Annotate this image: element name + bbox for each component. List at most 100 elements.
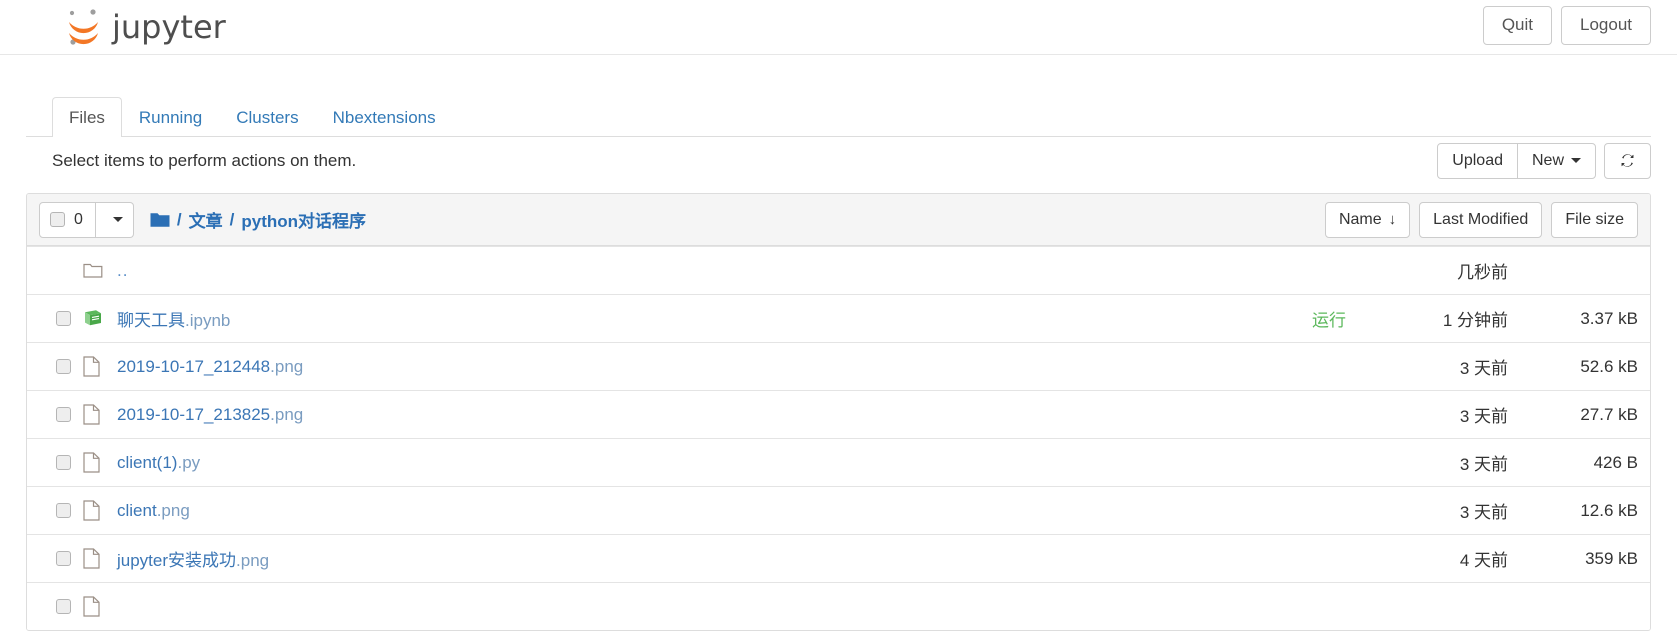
file-base-name: 聊天工具 xyxy=(117,311,185,330)
row-icon-cell xyxy=(83,500,117,521)
chevron-down-icon xyxy=(1571,158,1581,164)
select-all-box[interactable]: 0 xyxy=(39,201,96,238)
tab-bar-wrap: Files Running Clusters Nbextensions xyxy=(26,95,1651,137)
jupyter-brand[interactable]: jupyter xyxy=(62,4,226,50)
refresh-button[interactable] xyxy=(1604,143,1651,179)
file-base-name: 2019-10-17_213825 xyxy=(117,404,271,424)
row-checkbox-cell xyxy=(39,455,83,470)
file-base-name: client xyxy=(117,500,157,520)
row-checkbox[interactable] xyxy=(56,407,71,422)
navbar-actions: Quit Logout xyxy=(1482,6,1651,45)
file-extension: .ipynb xyxy=(185,311,231,330)
last-modified: 3 天前 xyxy=(1459,407,1508,426)
file-icon xyxy=(83,596,100,617)
upload-button[interactable]: Upload xyxy=(1437,143,1518,179)
row-checkbox[interactable] xyxy=(56,359,71,374)
file-extension: .py xyxy=(177,452,201,472)
list-item[interactable]: 聊天工具.ipynb 运行 1 分钟前 3.37 kB xyxy=(27,294,1650,342)
chevron-down-icon xyxy=(112,217,123,222)
sort-controls: Name ↓ Last Modified File size xyxy=(1324,201,1638,238)
sort-by-modified-button[interactable]: Last Modified xyxy=(1419,201,1543,238)
file-icon xyxy=(83,452,100,473)
top-navbar: jupyter Quit Logout xyxy=(0,0,1677,55)
running-badge[interactable]: 运行 xyxy=(1312,306,1346,331)
last-modified: 3 天前 xyxy=(1459,503,1508,522)
row-icon-cell xyxy=(83,548,117,569)
tab-nbextensions[interactable]: Nbextensions xyxy=(316,97,453,137)
file-extension: .png xyxy=(270,404,304,424)
file-name-link[interactable]: .. xyxy=(117,261,128,281)
row-icon-cell xyxy=(83,309,117,328)
file-name-link[interactable]: 2019-10-17_213825.png xyxy=(117,405,303,425)
last-modified: 1 分钟前 xyxy=(1442,311,1508,330)
breadcrumb-item-1[interactable]: 文章 xyxy=(189,207,223,232)
refresh-icon xyxy=(1621,154,1634,168)
quit-button[interactable]: Quit xyxy=(1482,6,1552,45)
file-extension: .png xyxy=(156,500,190,520)
tab-bar: Files Running Clusters Nbextensions xyxy=(26,95,1651,137)
file-name-link[interactable]: jupyter安装成功.png xyxy=(117,546,269,571)
logout-button[interactable]: Logout xyxy=(1561,6,1651,45)
breadcrumb-separator: / xyxy=(176,209,182,229)
brand-text: jupyter xyxy=(112,8,226,46)
toolbar-actions: Upload New xyxy=(1437,143,1651,179)
row-checkbox-cell xyxy=(39,359,83,374)
file-icon xyxy=(83,500,100,521)
file-list: 0 / 文章 / python对话程序 Name ↓ Last Modified… xyxy=(26,193,1651,631)
file-name-link[interactable]: 聊天工具.ipynb xyxy=(117,306,230,331)
row-icon-cell xyxy=(83,356,117,377)
file-size: 12.6 kB xyxy=(1580,500,1638,520)
list-item[interactable]: client.png 3 天前 12.6 kB xyxy=(27,486,1650,534)
notebook-icon xyxy=(85,310,101,326)
row-checkbox[interactable] xyxy=(56,311,71,326)
row-icon-cell xyxy=(83,404,117,425)
tab-running[interactable]: Running xyxy=(122,97,219,137)
row-checkbox[interactable] xyxy=(56,503,71,518)
list-item[interactable]: .. 几秒前 xyxy=(27,246,1650,294)
tab-files[interactable]: Files xyxy=(52,96,122,137)
list-item[interactable]: client(1).py 3 天前 426 B xyxy=(27,438,1650,486)
row-checkbox-cell xyxy=(39,407,83,422)
file-size: 426 B xyxy=(1593,452,1638,472)
sort-by-name-button[interactable]: Name ↓ xyxy=(1324,201,1411,238)
list-item[interactable]: 2019-10-17_212448.png 3 天前 52.6 kB xyxy=(27,342,1650,390)
file-list-header: 0 / 文章 / python对话程序 Name ↓ Last Modified… xyxy=(27,194,1650,246)
selected-count: 0 xyxy=(74,210,83,228)
breadcrumb-separator: / xyxy=(229,209,235,229)
sort-descending-arrow-icon: ↓ xyxy=(1388,211,1397,228)
file-name-link[interactable]: 2019-10-17_212448.png xyxy=(117,357,303,377)
row-meta: 4 天前 359 kB xyxy=(1358,546,1638,571)
row-checkbox[interactable] xyxy=(56,599,71,614)
list-item[interactable]: 2019-10-17_213825.png 3 天前 27.7 kB xyxy=(27,390,1650,438)
list-item[interactable] xyxy=(27,582,1650,630)
last-modified: 4 天前 xyxy=(1459,551,1508,570)
new-button-label: New xyxy=(1531,152,1564,169)
file-icon xyxy=(83,548,100,569)
sort-name-label: Name xyxy=(1338,210,1382,228)
row-meta: 运行 1 分钟前 3.37 kB xyxy=(1312,306,1638,331)
breadcrumb-item-2[interactable]: python对话程序 xyxy=(241,207,366,232)
file-name-link[interactable]: client(1).py xyxy=(117,453,200,473)
row-icon-cell xyxy=(83,452,117,473)
sort-by-size-button[interactable]: File size xyxy=(1551,201,1638,238)
row-checkbox-cell xyxy=(39,599,83,614)
folder-icon[interactable] xyxy=(150,211,170,228)
jupyter-logo-icon xyxy=(69,9,98,45)
breadcrumb: / 文章 / python对话程序 xyxy=(150,207,366,232)
row-checkbox[interactable] xyxy=(56,455,71,470)
row-checkbox[interactable] xyxy=(56,551,71,566)
row-meta: 3 天前 12.6 kB xyxy=(1358,498,1638,523)
tab-clusters[interactable]: Clusters xyxy=(219,97,315,137)
last-modified: 几秒前 xyxy=(1457,263,1508,282)
select-all-checkbox[interactable] xyxy=(50,212,65,227)
row-checkbox-cell xyxy=(39,551,83,566)
file-name-link[interactable]: client.png xyxy=(117,501,190,521)
selection-dropdown-button[interactable] xyxy=(95,201,134,238)
file-size: 3.37 kB xyxy=(1580,308,1638,328)
last-modified: 3 天前 xyxy=(1459,455,1508,474)
list-item[interactable]: jupyter安装成功.png 4 天前 359 kB xyxy=(27,534,1650,582)
file-size: 359 kB xyxy=(1585,548,1638,568)
new-button[interactable]: New xyxy=(1516,143,1596,179)
selection-controls: 0 xyxy=(39,201,134,238)
